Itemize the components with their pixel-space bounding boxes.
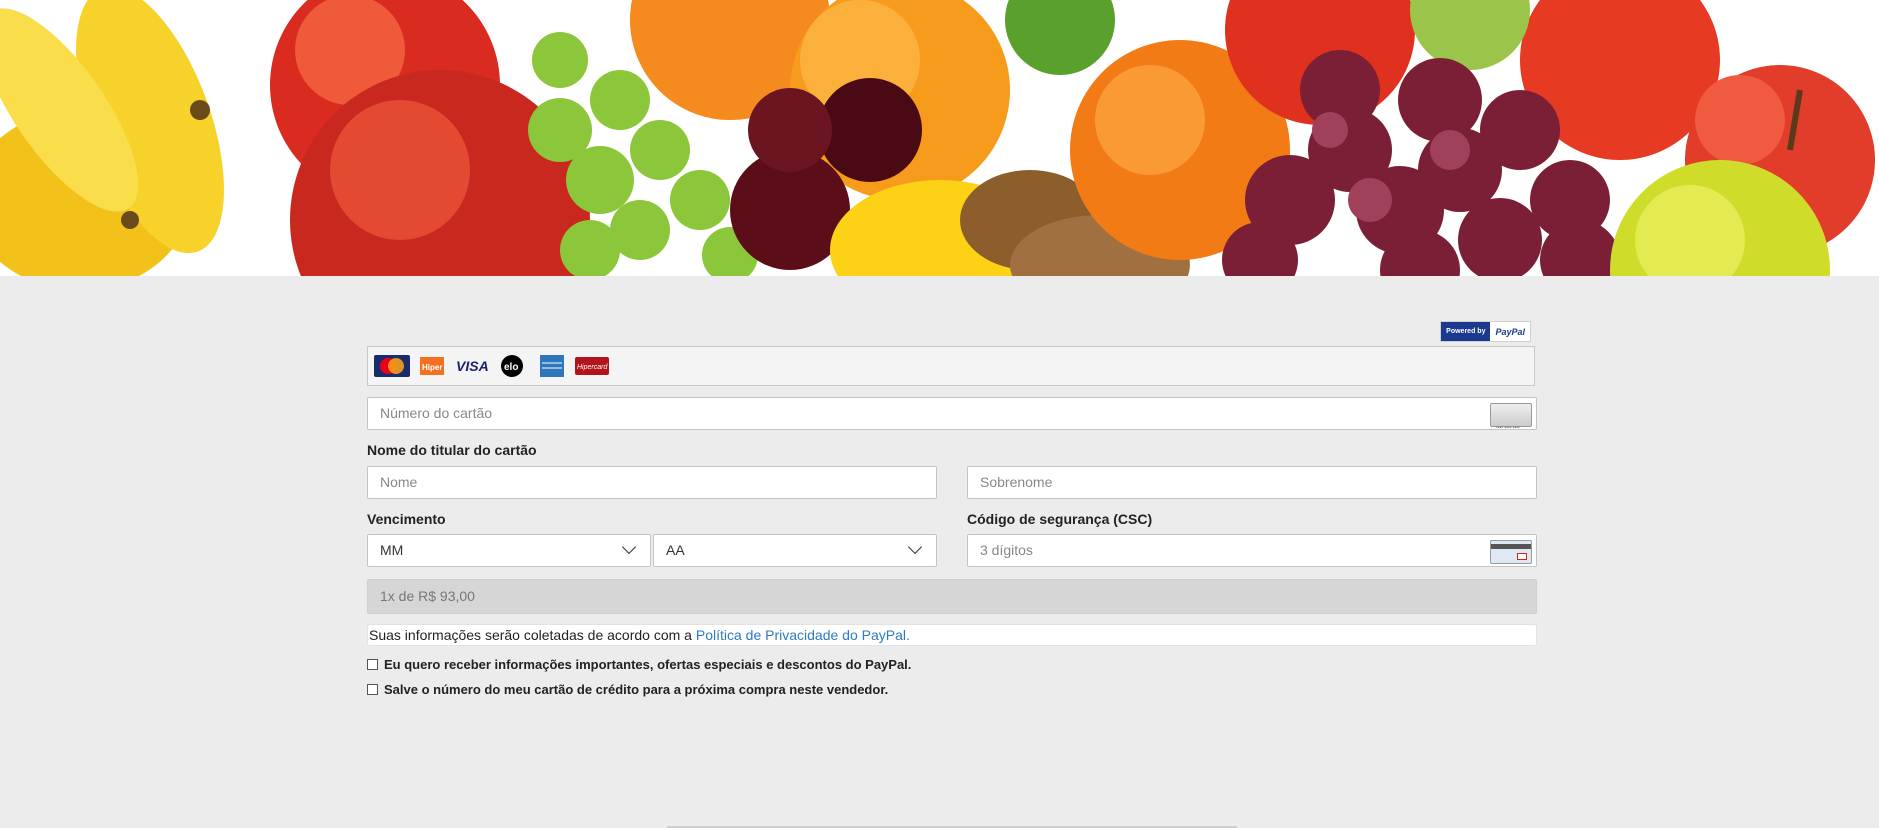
card-back-cvv-icon: [1490, 540, 1532, 564]
chevron-down-icon: [907, 539, 923, 555]
powered-by-paypal-badge: Powered by PayPal: [1440, 321, 1531, 342]
holder-name-label: Nome do titular do cartão: [367, 442, 537, 458]
fruit-banner-image: [0, 0, 1879, 276]
privacy-notice: Suas informações serão coletadas de acor…: [367, 624, 1537, 646]
paypal-label: PayPal: [1495, 326, 1525, 337]
marketing-opt-in-label: Eu quero receber informações importantes…: [384, 657, 912, 672]
expiry-month-value: MM: [380, 542, 404, 558]
first-name-input[interactable]: Nome: [367, 466, 937, 499]
svg-text:VISA: VISA: [456, 358, 489, 374]
save-card-checkbox[interactable]: Salve o número do meu cartão de crédito …: [367, 682, 888, 697]
elo-icon: elo: [493, 354, 531, 378]
save-card-label: Salve o número do meu cartão de crédito …: [384, 682, 889, 697]
card-number-placeholder: Número do cartão: [380, 405, 493, 421]
marketing-opt-in-checkbox[interactable]: Eu quero receber informações importantes…: [367, 657, 911, 672]
first-name-placeholder: Nome: [380, 474, 418, 490]
amex-icon: [533, 354, 571, 378]
hiper-icon: Hiper: [413, 354, 451, 378]
csc-placeholder: 3 dígitos: [980, 542, 1033, 558]
expiry-year-select[interactable]: AA: [653, 534, 937, 567]
expiry-label: Vencimento: [367, 511, 446, 527]
privacy-policy-link[interactable]: Política de Privacidade do PayPal.: [696, 627, 910, 643]
svg-text:Hiper: Hiper: [422, 363, 442, 372]
csc-label: Código de segurança (CSC): [967, 511, 1153, 527]
last-name-placeholder: Sobrenome: [980, 474, 1053, 490]
powered-by-label: Powered by: [1441, 322, 1491, 341]
expiry-month-select[interactable]: MM: [367, 534, 651, 567]
hipercard-icon: Hipercard: [573, 354, 611, 378]
card-number-input[interactable]: Número do cartão •••• •••• ••••: [367, 397, 1537, 431]
checkbox-box[interactable]: [367, 684, 378, 695]
chevron-down-icon: [621, 539, 637, 555]
checkbox-box[interactable]: [367, 659, 378, 670]
installments-field: 1x de R$ 93,00: [367, 579, 1537, 614]
expiry-year-value: AA: [666, 542, 685, 558]
visa-icon: VISA: [453, 354, 491, 378]
credit-card-icon: •••• •••• ••••: [1490, 403, 1532, 431]
mastercard-icon: [373, 354, 411, 378]
csc-input[interactable]: 3 dígitos: [967, 534, 1537, 567]
privacy-text: Suas informações serão coletadas de acor…: [369, 627, 696, 643]
installments-value: 1x de R$ 93,00: [380, 588, 475, 604]
svg-text:elo: elo: [504, 362, 518, 373]
card-brands-bar: Hiper VISA elo Hipercard: [367, 346, 1535, 386]
svg-text:Hipercard: Hipercard: [577, 364, 608, 371]
last-name-input[interactable]: Sobrenome: [967, 466, 1537, 499]
